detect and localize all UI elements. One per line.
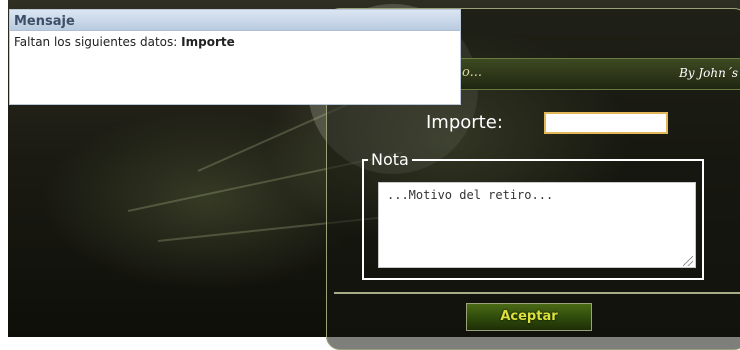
note-textarea[interactable]: ...Motivo del retiro... (378, 182, 696, 268)
amount-input[interactable] (544, 112, 668, 134)
amount-label: Importe: (426, 112, 503, 133)
accept-button[interactable]: Aceptar (466, 303, 592, 331)
panel-author: By John´s (678, 66, 738, 80)
panel-separator (334, 292, 740, 294)
panel-title: o... (462, 65, 482, 80)
dialog-message: Faltan los siguientes datos: (14, 35, 178, 49)
resize-grip-icon[interactable] (683, 256, 693, 266)
dialog-body: Faltan los siguientes datos: Importe (10, 31, 460, 53)
dialog-title: Mensaje (14, 14, 75, 29)
message-dialog: Mensaje Faltan los siguientes datos: Imp… (9, 9, 461, 105)
dialog-titlebar[interactable]: Mensaje (10, 10, 460, 31)
note-legend: Nota (371, 150, 409, 169)
dialog-missing-field: Importe (181, 35, 235, 49)
